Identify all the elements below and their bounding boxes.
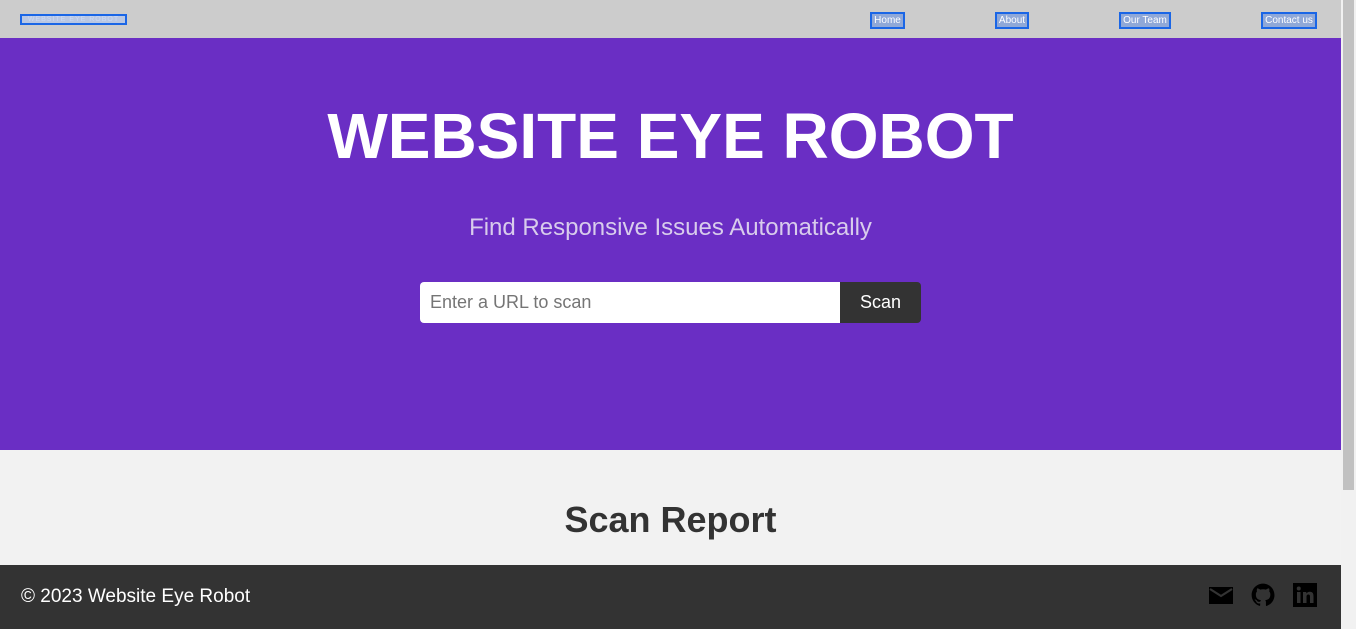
linkedin-icon[interactable] bbox=[1292, 582, 1318, 608]
nav-link-contact[interactable]: Contact us bbox=[1261, 12, 1317, 29]
github-icon[interactable] bbox=[1250, 582, 1276, 608]
nav-link-home[interactable]: Home bbox=[870, 12, 905, 29]
url-input[interactable] bbox=[420, 282, 840, 323]
hero-subtitle: Find Responsive Issues Automatically bbox=[469, 214, 872, 241]
mail-icon[interactable] bbox=[1208, 582, 1234, 608]
hero-section: WEBSITE EYE ROBOT Find Responsive Issues… bbox=[0, 38, 1341, 450]
nav-logo[interactable]: WEBSITE EYE ROBOT bbox=[20, 14, 127, 25]
report-title: Scan Report bbox=[564, 499, 777, 540]
page: WEBSITE EYE ROBOT Home About Our Team Co… bbox=[0, 0, 1341, 629]
scan-button[interactable]: Scan bbox=[840, 282, 921, 323]
scan-report-section: Scan Report bbox=[0, 450, 1341, 565]
hero-title: WEBSITE EYE ROBOT bbox=[327, 100, 1014, 172]
scrollbar-thumb[interactable] bbox=[1343, 0, 1354, 490]
footer: © 2023 Website Eye Robot bbox=[0, 565, 1341, 629]
nav-link-our-team[interactable]: Our Team bbox=[1119, 12, 1171, 29]
navbar: WEBSITE EYE ROBOT Home About Our Team Co… bbox=[0, 0, 1341, 38]
vertical-scrollbar[interactable] bbox=[1341, 0, 1356, 629]
footer-copyright: © 2023 Website Eye Robot bbox=[21, 586, 251, 607]
nav-link-about[interactable]: About bbox=[995, 12, 1029, 29]
scan-form: Scan bbox=[420, 282, 921, 323]
